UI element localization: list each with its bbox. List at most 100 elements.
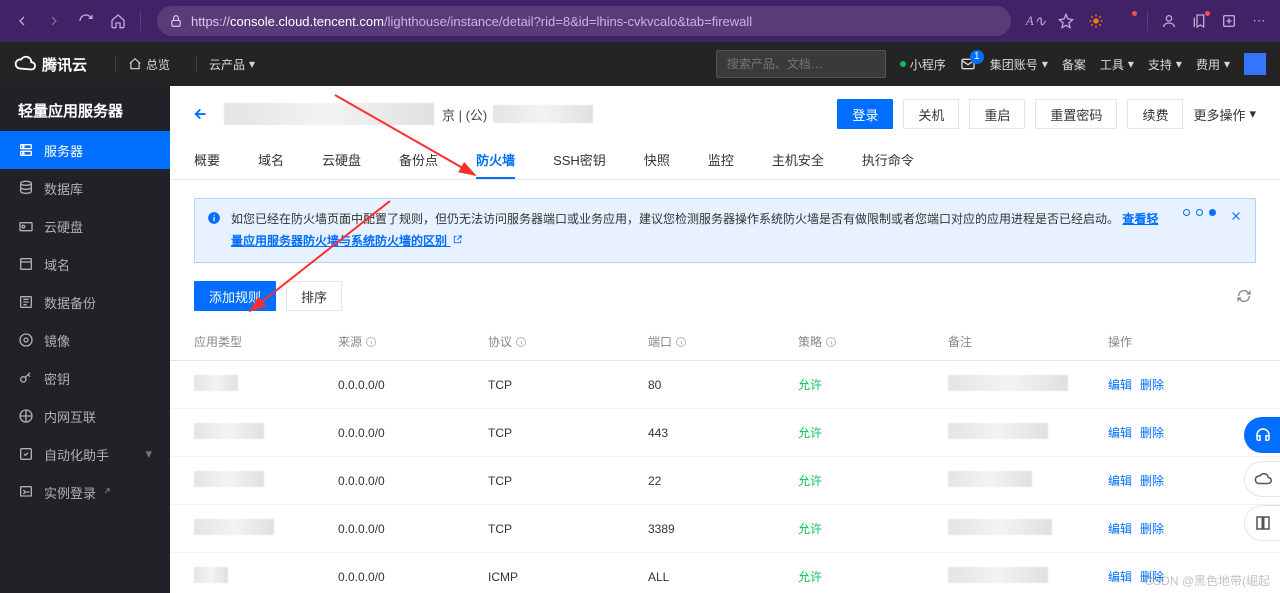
login-button[interactable]: 登录 (837, 99, 893, 129)
disk-icon (18, 218, 34, 234)
restart-button[interactable]: 重启 (969, 99, 1025, 129)
domain-icon (18, 256, 34, 272)
sidebar-item-server[interactable]: 服务器 (0, 131, 170, 169)
browser-refresh[interactable] (70, 5, 102, 37)
edit-link[interactable]: 编辑 (1108, 522, 1132, 536)
account-icon[interactable] (1154, 5, 1184, 37)
browser-back[interactable] (6, 5, 38, 37)
cell-policy: 允许 (790, 361, 940, 409)
table-row: 0.0.0.0/0ICMPALL允许编辑删除 (170, 553, 1280, 593)
search-input[interactable] (725, 56, 884, 72)
tab-0[interactable]: 概要 (194, 142, 220, 179)
table-row: 0.0.0.0/0TCP22允许编辑删除 (170, 457, 1280, 505)
pager-dot[interactable] (1196, 209, 1203, 216)
th-proto: 协议 (480, 323, 640, 361)
blurred-type (194, 471, 264, 487)
edit-link[interactable]: 编辑 (1108, 426, 1132, 440)
sidebar-item-disk[interactable]: 云硬盘 (0, 207, 170, 245)
sidebar-item-image[interactable]: 镜像 (0, 321, 170, 359)
db-icon (18, 180, 34, 196)
tab-3[interactable]: 备份点 (399, 142, 438, 179)
tab-9[interactable]: 执行命令 (862, 142, 914, 179)
sidebar-item-domain[interactable]: 域名 (0, 245, 170, 283)
cell-port: ALL (640, 553, 790, 593)
tab-4[interactable]: 防火墙 (476, 142, 515, 179)
browser-url-box[interactable]: https://console.cloud.tencent.com/lighth… (157, 6, 1011, 36)
tab-7[interactable]: 监控 (708, 142, 734, 179)
tencent-cloud-logo[interactable]: 腾讯云 (14, 53, 87, 75)
float-support-button[interactable] (1244, 417, 1280, 453)
more-operations-dropdown[interactable]: 更多操作 ▾ (1193, 105, 1256, 124)
browser-forward[interactable] (38, 5, 70, 37)
ext-adblock-icon[interactable] (1111, 5, 1141, 37)
close-icon (1229, 209, 1243, 223)
fee-dropdown[interactable]: 费用▾ (1196, 56, 1230, 73)
tab-5[interactable]: SSH密钥 (553, 142, 606, 179)
delete-link[interactable]: 删除 (1140, 378, 1164, 392)
miniprogram-link[interactable]: 小程序 (900, 56, 946, 73)
browser-toolbar: https://console.cloud.tencent.com/lighth… (0, 0, 1280, 42)
cell-type (170, 553, 330, 593)
pager-dot[interactable] (1183, 209, 1190, 216)
detail-tabs: 概要 域名 云硬盘 备份点 防火墙 SSH密钥 快照 监控 主机安全 执行命令 (170, 142, 1280, 180)
sidebar-item-backup[interactable]: 数据备份 (0, 283, 170, 321)
cell-ops: 编辑删除 (1100, 361, 1280, 409)
edit-link[interactable]: 编辑 (1108, 570, 1132, 584)
float-cloud-button[interactable] (1244, 461, 1280, 497)
group-dropdown[interactable]: 集团账号▾ (990, 56, 1048, 73)
collections-icon[interactable] (1184, 5, 1214, 37)
edit-link[interactable]: 编辑 (1108, 378, 1132, 392)
tab-1[interactable]: 域名 (258, 142, 284, 179)
chevron-down-icon: ▾ (1176, 57, 1182, 71)
sidebar-item-db[interactable]: 数据库 (0, 169, 170, 207)
cell-type (170, 361, 330, 409)
renew-button[interactable]: 续费 (1127, 99, 1183, 129)
separator (115, 56, 116, 72)
key-icon (18, 370, 34, 386)
tab-2[interactable]: 云硬盘 (322, 142, 361, 179)
sidebar-item-label: 实例登录 (44, 483, 96, 502)
refresh-button[interactable] (1232, 284, 1256, 308)
favorite-icon[interactable] (1051, 5, 1081, 37)
notice-pager[interactable] (1180, 209, 1219, 216)
reset-password-button[interactable]: 重置密码 (1035, 99, 1117, 129)
delete-link[interactable]: 删除 (1140, 426, 1164, 440)
float-docs-button[interactable] (1244, 505, 1280, 541)
sidebar-item-auto[interactable]: 自动化助手▾ (0, 435, 170, 473)
products-dropdown[interactable]: 云产品 ▾ (209, 56, 255, 73)
back-button[interactable] (188, 101, 214, 127)
messages-icon[interactable]: 1 (960, 56, 976, 72)
blurred-type (194, 423, 264, 439)
home-icon (128, 57, 142, 71)
tools-dropdown[interactable]: 工具▾ (1100, 56, 1134, 73)
server-icon (18, 142, 34, 158)
browser-home[interactable] (102, 5, 134, 37)
sidebar-item-net[interactable]: 内网互联 (0, 397, 170, 435)
support-dropdown[interactable]: 支持▾ (1148, 56, 1182, 73)
extensions-icon[interactable] (1214, 5, 1244, 37)
avatar[interactable] (1244, 53, 1266, 75)
sidebar-item-key[interactable]: 密钥 (0, 359, 170, 397)
sort-button[interactable]: 排序 (286, 281, 342, 311)
browser-menu-icon[interactable]: ⋯ (1244, 5, 1274, 37)
tab-8[interactable]: 主机安全 (772, 142, 824, 179)
shutdown-button[interactable]: 关机 (903, 99, 959, 129)
edit-link[interactable]: 编辑 (1108, 474, 1132, 488)
miniprogram-label: 小程序 (910, 56, 946, 73)
delete-link[interactable]: 删除 (1140, 522, 1164, 536)
notice-close[interactable] (1229, 209, 1243, 231)
cell-remark (940, 457, 1100, 505)
cell-policy: 允许 (790, 505, 940, 553)
pager-dot-active[interactable] (1209, 209, 1216, 216)
firewall-notice: 如您已经在防火墙页面中配置了规则，但仍无法访问服务器端口或业务应用，建议您检测服… (194, 198, 1256, 263)
tab-6[interactable]: 快照 (644, 142, 670, 179)
ext-sun-icon[interactable] (1081, 5, 1111, 37)
overview-link[interactable]: 总览 (128, 56, 170, 73)
sidebar-item-login[interactable]: 实例登录 (0, 473, 170, 511)
console-search[interactable] (716, 50, 886, 78)
beian-link[interactable]: 备案 (1062, 56, 1086, 73)
add-rule-button[interactable]: 添加规则 (194, 281, 276, 311)
reading-mode-icon[interactable]: A∿ (1021, 5, 1051, 37)
delete-link[interactable]: 删除 (1140, 474, 1164, 488)
console-top-bar: 腾讯云 总览 云产品 ▾ 小程序 1 集团账号▾ 备案 工具▾ 支持▾ 费用▾ (0, 42, 1280, 86)
